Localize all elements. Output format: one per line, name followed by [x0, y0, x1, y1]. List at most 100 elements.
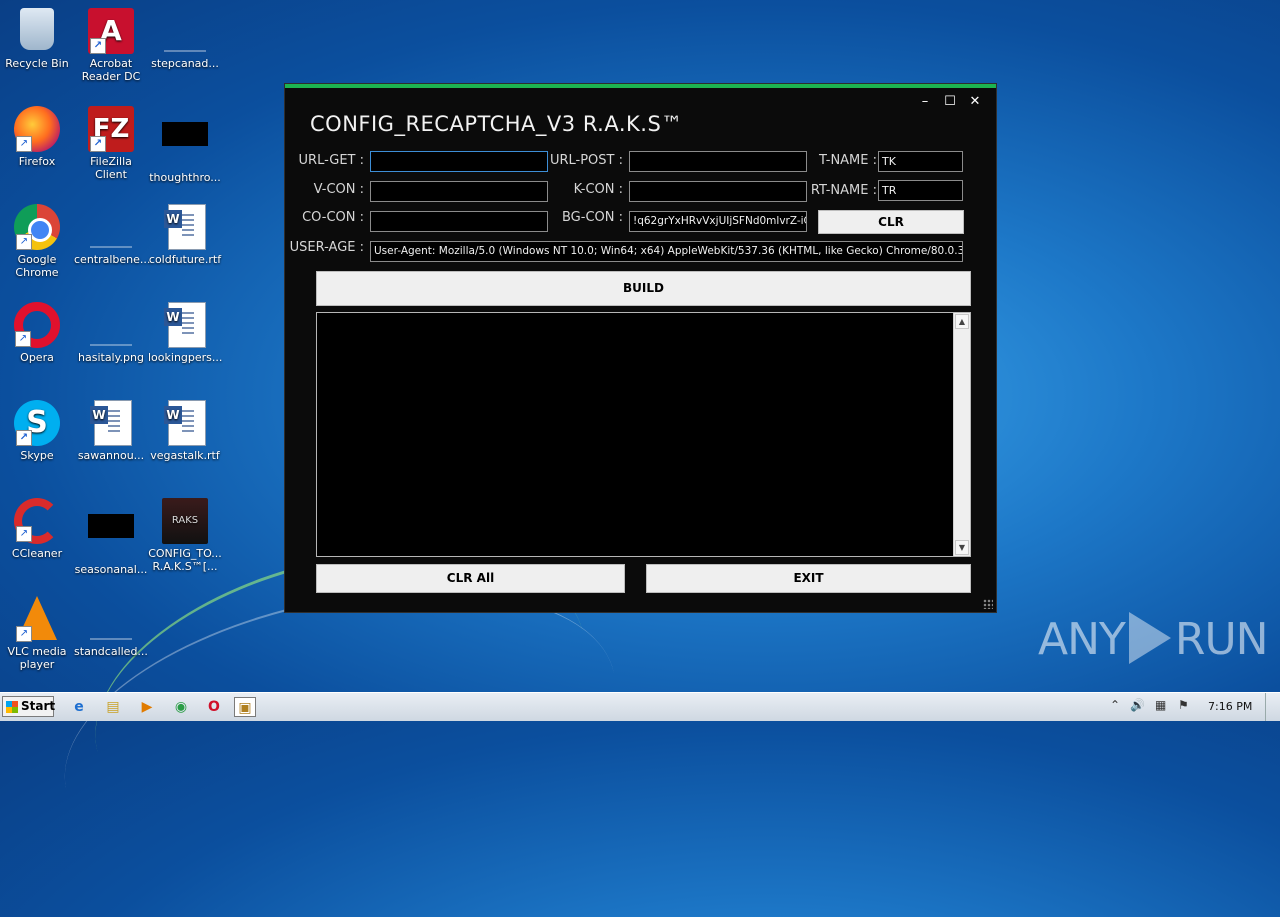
k-con-label: K-CON : — [573, 182, 623, 197]
shortcut-arrow-icon: ↗ — [16, 626, 32, 642]
word-document-icon: W — [162, 204, 208, 250]
desktop-icon-label: Firefox — [18, 155, 56, 168]
desktop-icon-label: lookingpers... — [148, 351, 223, 364]
desktop-icon-label: Recycle Bin — [5, 57, 69, 70]
filezilla-icon: FZ ↗ — [88, 106, 134, 152]
desktop-icon-label: Opera — [20, 351, 54, 364]
desktop-icon-label: Google Chrome — [15, 253, 59, 279]
close-button[interactable]: ✕ — [965, 94, 985, 109]
v-con-label: V-CON : — [313, 182, 364, 197]
user-agent-input[interactable]: User-Agent: Mozilla/5.0 (Windows NT 10.0… — [370, 241, 963, 262]
ccleaner-icon: ↗ — [14, 498, 60, 544]
desktop-icon-opera[interactable]: ↗ Opera — [0, 302, 74, 364]
output-textarea[interactable]: ▲ ▼ — [316, 312, 971, 557]
output-scrollbar[interactable]: ▲ ▼ — [953, 313, 970, 556]
scroll-up-icon[interactable]: ▲ — [955, 314, 969, 329]
raks-logo-glyph: RAKS — [171, 515, 199, 526]
desktop-icon-vlc[interactable]: ↗ VLC media player — [0, 596, 74, 671]
desktop-icon-label: standcalled... — [74, 645, 148, 658]
desktop-icon-standcalled[interactable]: standcalled... — [74, 596, 148, 658]
desktop-icon-sawannou[interactable]: W sawannou... — [74, 400, 148, 462]
start-button[interactable]: Start — [2, 696, 56, 717]
desktop-icon-label: thoughthro... — [149, 171, 221, 184]
desktop-icon-label: CCleaner — [11, 547, 63, 560]
desktop-icon-seasonanal[interactable]: seasonanal... — [74, 498, 148, 576]
file-icon — [162, 122, 208, 168]
desktop-icon-acrobat[interactable]: A ↗ Acrobat Reader DC — [74, 8, 148, 83]
word-document-icon: W — [162, 302, 208, 348]
vlc-icon: ↗ — [14, 596, 60, 642]
rt-name-input[interactable]: TR — [878, 180, 963, 201]
desktop-icon-label: sawannou... — [77, 449, 145, 462]
file-explorer-icon[interactable]: ▤ — [102, 697, 124, 717]
desktop-icon-label: Skype — [20, 449, 54, 462]
desktop-icon-thoughthro[interactable]: thoughthro... — [148, 106, 222, 184]
url-post-label: URL-POST : — [549, 153, 623, 168]
word-glyph: W — [164, 210, 182, 228]
acrobat-icon: A ↗ — [88, 8, 134, 54]
internet-explorer-icon[interactable]: e — [68, 697, 90, 717]
desktop-icon-label: FileZilla Client — [90, 155, 132, 181]
desktop-icon-lookingpers[interactable]: W lookingpers... — [148, 302, 222, 364]
shortcut-arrow-icon: ↗ — [16, 136, 32, 152]
v-con-input[interactable] — [370, 181, 548, 202]
url-post-input[interactable] — [629, 151, 807, 172]
desktop-icon-coldfuture[interactable]: W coldfuture.rtf — [148, 204, 222, 266]
t-name-label: T-NAME : — [819, 153, 877, 168]
desktop-icon-recycle-bin[interactable]: Recycle Bin — [0, 8, 74, 70]
scroll-down-icon[interactable]: ▼ — [955, 540, 969, 555]
show-hidden-icons-icon[interactable]: ⌃ — [1110, 698, 1120, 712]
k-con-input[interactable] — [629, 181, 807, 202]
minimize-button[interactable]: – — [915, 94, 935, 109]
t-name-input[interactable]: TK — [878, 151, 963, 172]
desktop-icon-label: VLC media player — [7, 645, 67, 671]
desktop-icon-ccleaner[interactable]: ↗ CCleaner — [0, 498, 74, 560]
network-icon[interactable]: ▦ — [1155, 698, 1166, 712]
resize-grip-icon[interactable] — [983, 599, 993, 609]
url-get-input[interactable] — [370, 151, 548, 172]
chrome-taskbar-icon[interactable]: ◉ — [170, 697, 192, 717]
desktop-icon-label: vegastalk.rtf — [150, 449, 220, 462]
raks-app-icon: RAKS — [162, 498, 208, 544]
opera-taskbar-icon[interactable]: O — [203, 697, 225, 717]
raks-app-taskbar-button[interactable]: ▣ — [234, 697, 256, 717]
word-document-icon: W — [88, 400, 134, 446]
desktop-icon-stepcanad[interactable]: stepcanad... — [148, 8, 222, 70]
file-icon — [162, 8, 208, 54]
desktop-icon-config-tool[interactable]: RAKS CONFIG_TO... R.A.K.S™[... — [148, 498, 222, 573]
window-title: CONFIG_RECAPTCHA_V3 R.A.K.S™ — [310, 112, 683, 136]
file-icon — [88, 514, 134, 560]
shortcut-arrow-icon: ↗ — [16, 430, 32, 446]
windows-logo-icon — [6, 701, 18, 713]
desktop-icon-chrome[interactable]: ↗ Google Chrome — [0, 204, 74, 279]
maximize-button[interactable]: ☐ — [940, 94, 960, 109]
clr-button[interactable]: CLR — [818, 210, 964, 234]
config-recaptcha-window: – ☐ ✕ CONFIG_RECAPTCHA_V3 R.A.K.S™ URL-G… — [285, 84, 996, 612]
co-con-input[interactable] — [370, 211, 548, 232]
build-button[interactable]: BUILD — [316, 271, 971, 306]
desktop-icon-hasitaly[interactable]: hasitaly.png — [74, 302, 148, 364]
desktop-icon-label: hasitaly.png — [78, 351, 144, 364]
bg-con-input[interactable]: !q62grYxHRvVxjUIjSFNd0mlvrZ-iC — [629, 211, 807, 232]
volume-icon[interactable]: 🔊 — [1130, 698, 1145, 712]
desktop-icon-skype[interactable]: S ↗ Skype — [0, 400, 74, 462]
desktop-icon-vegastalk[interactable]: W vegastalk.rtf — [148, 400, 222, 462]
firefox-icon: ↗ — [14, 106, 60, 152]
system-clock[interactable]: 7:16 PM — [1208, 700, 1252, 713]
skype-icon: S ↗ — [14, 400, 60, 446]
taskbar: Start e ▤ ▶ ◉ O ▣ ⌃ 🔊 ▦ ⚑ 7:16 PM — [0, 692, 1280, 721]
shortcut-arrow-icon: ↗ — [90, 38, 106, 54]
clr-all-button[interactable]: CLR All — [316, 564, 625, 593]
action-center-flag-icon[interactable]: ⚑ — [1178, 698, 1189, 712]
desktop-icon-centralbene[interactable]: centralbene... — [74, 204, 150, 266]
desktop-icon-label: stepcanad... — [151, 57, 219, 70]
desktop-icon-label: CONFIG_TO... R.A.K.S™[... — [148, 547, 222, 573]
recycle-bin-icon — [14, 8, 60, 54]
desktop-icon-firefox[interactable]: ↗ Firefox — [0, 106, 74, 168]
desktop-icon-filezilla[interactable]: FZ ↗ FileZilla Client — [74, 106, 148, 181]
exit-button[interactable]: EXIT — [646, 564, 971, 593]
start-label: Start — [21, 699, 56, 713]
image-file-icon — [88, 302, 134, 348]
show-desktop-button[interactable] — [1265, 693, 1280, 721]
media-player-icon[interactable]: ▶ — [136, 697, 158, 717]
